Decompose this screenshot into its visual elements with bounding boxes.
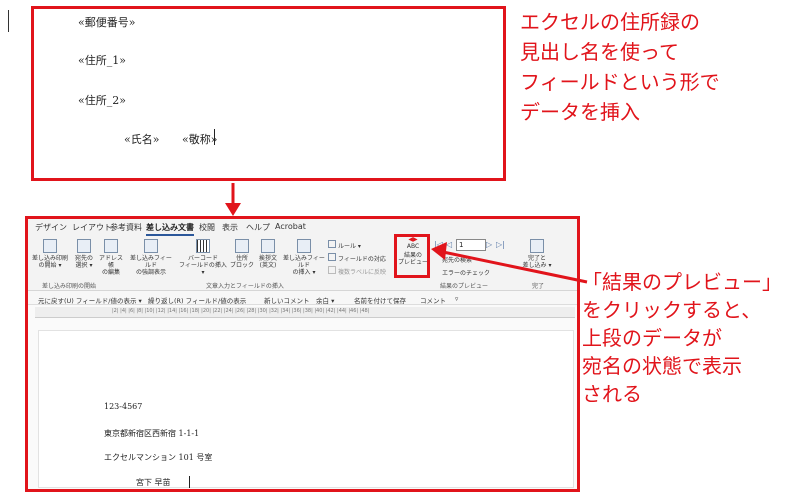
pointer-arrow-icon (431, 242, 588, 284)
annotation-bottom-line-2: をクリックすると、 (582, 298, 762, 322)
field-name: «氏名» (124, 133, 160, 146)
field-postal-code: «郵便番号» (78, 16, 136, 29)
annotation-top-line-4: データを挿入 (520, 100, 640, 124)
text-cursor (214, 129, 215, 145)
text-cursor-bar (8, 10, 9, 32)
field-honorific: «敬称» (182, 133, 218, 146)
annotation-bottom-line-4: 宛名の状態で表示 (582, 354, 742, 378)
annotation-top-line-2: 見出し名を使って (520, 40, 679, 64)
annotation-bottom-line-5: される (582, 382, 642, 406)
annotation-bottom-line-3: 上段のデータが (582, 326, 722, 350)
annotation-bottom-line-1: 「結果のプレビュー」 (582, 270, 782, 294)
field-address-1: «住所_1» (78, 54, 126, 67)
field-address-2: «住所_2» (78, 94, 126, 107)
annotation-top-line-1: エクセルの住所録の (520, 10, 700, 34)
annotation-top-line-3: フィールドという形で (520, 70, 720, 94)
down-arrow-icon (225, 183, 241, 216)
